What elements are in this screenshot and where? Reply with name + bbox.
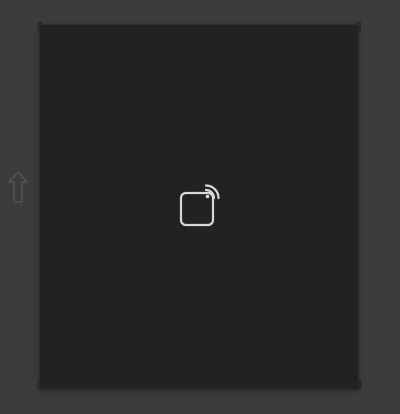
upload-arrow-icon[interactable] <box>6 168 30 208</box>
media-preview-panel <box>40 25 358 389</box>
cast-button[interactable] <box>176 184 222 228</box>
cast-icon <box>179 184 220 227</box>
app-background <box>0 0 400 414</box>
